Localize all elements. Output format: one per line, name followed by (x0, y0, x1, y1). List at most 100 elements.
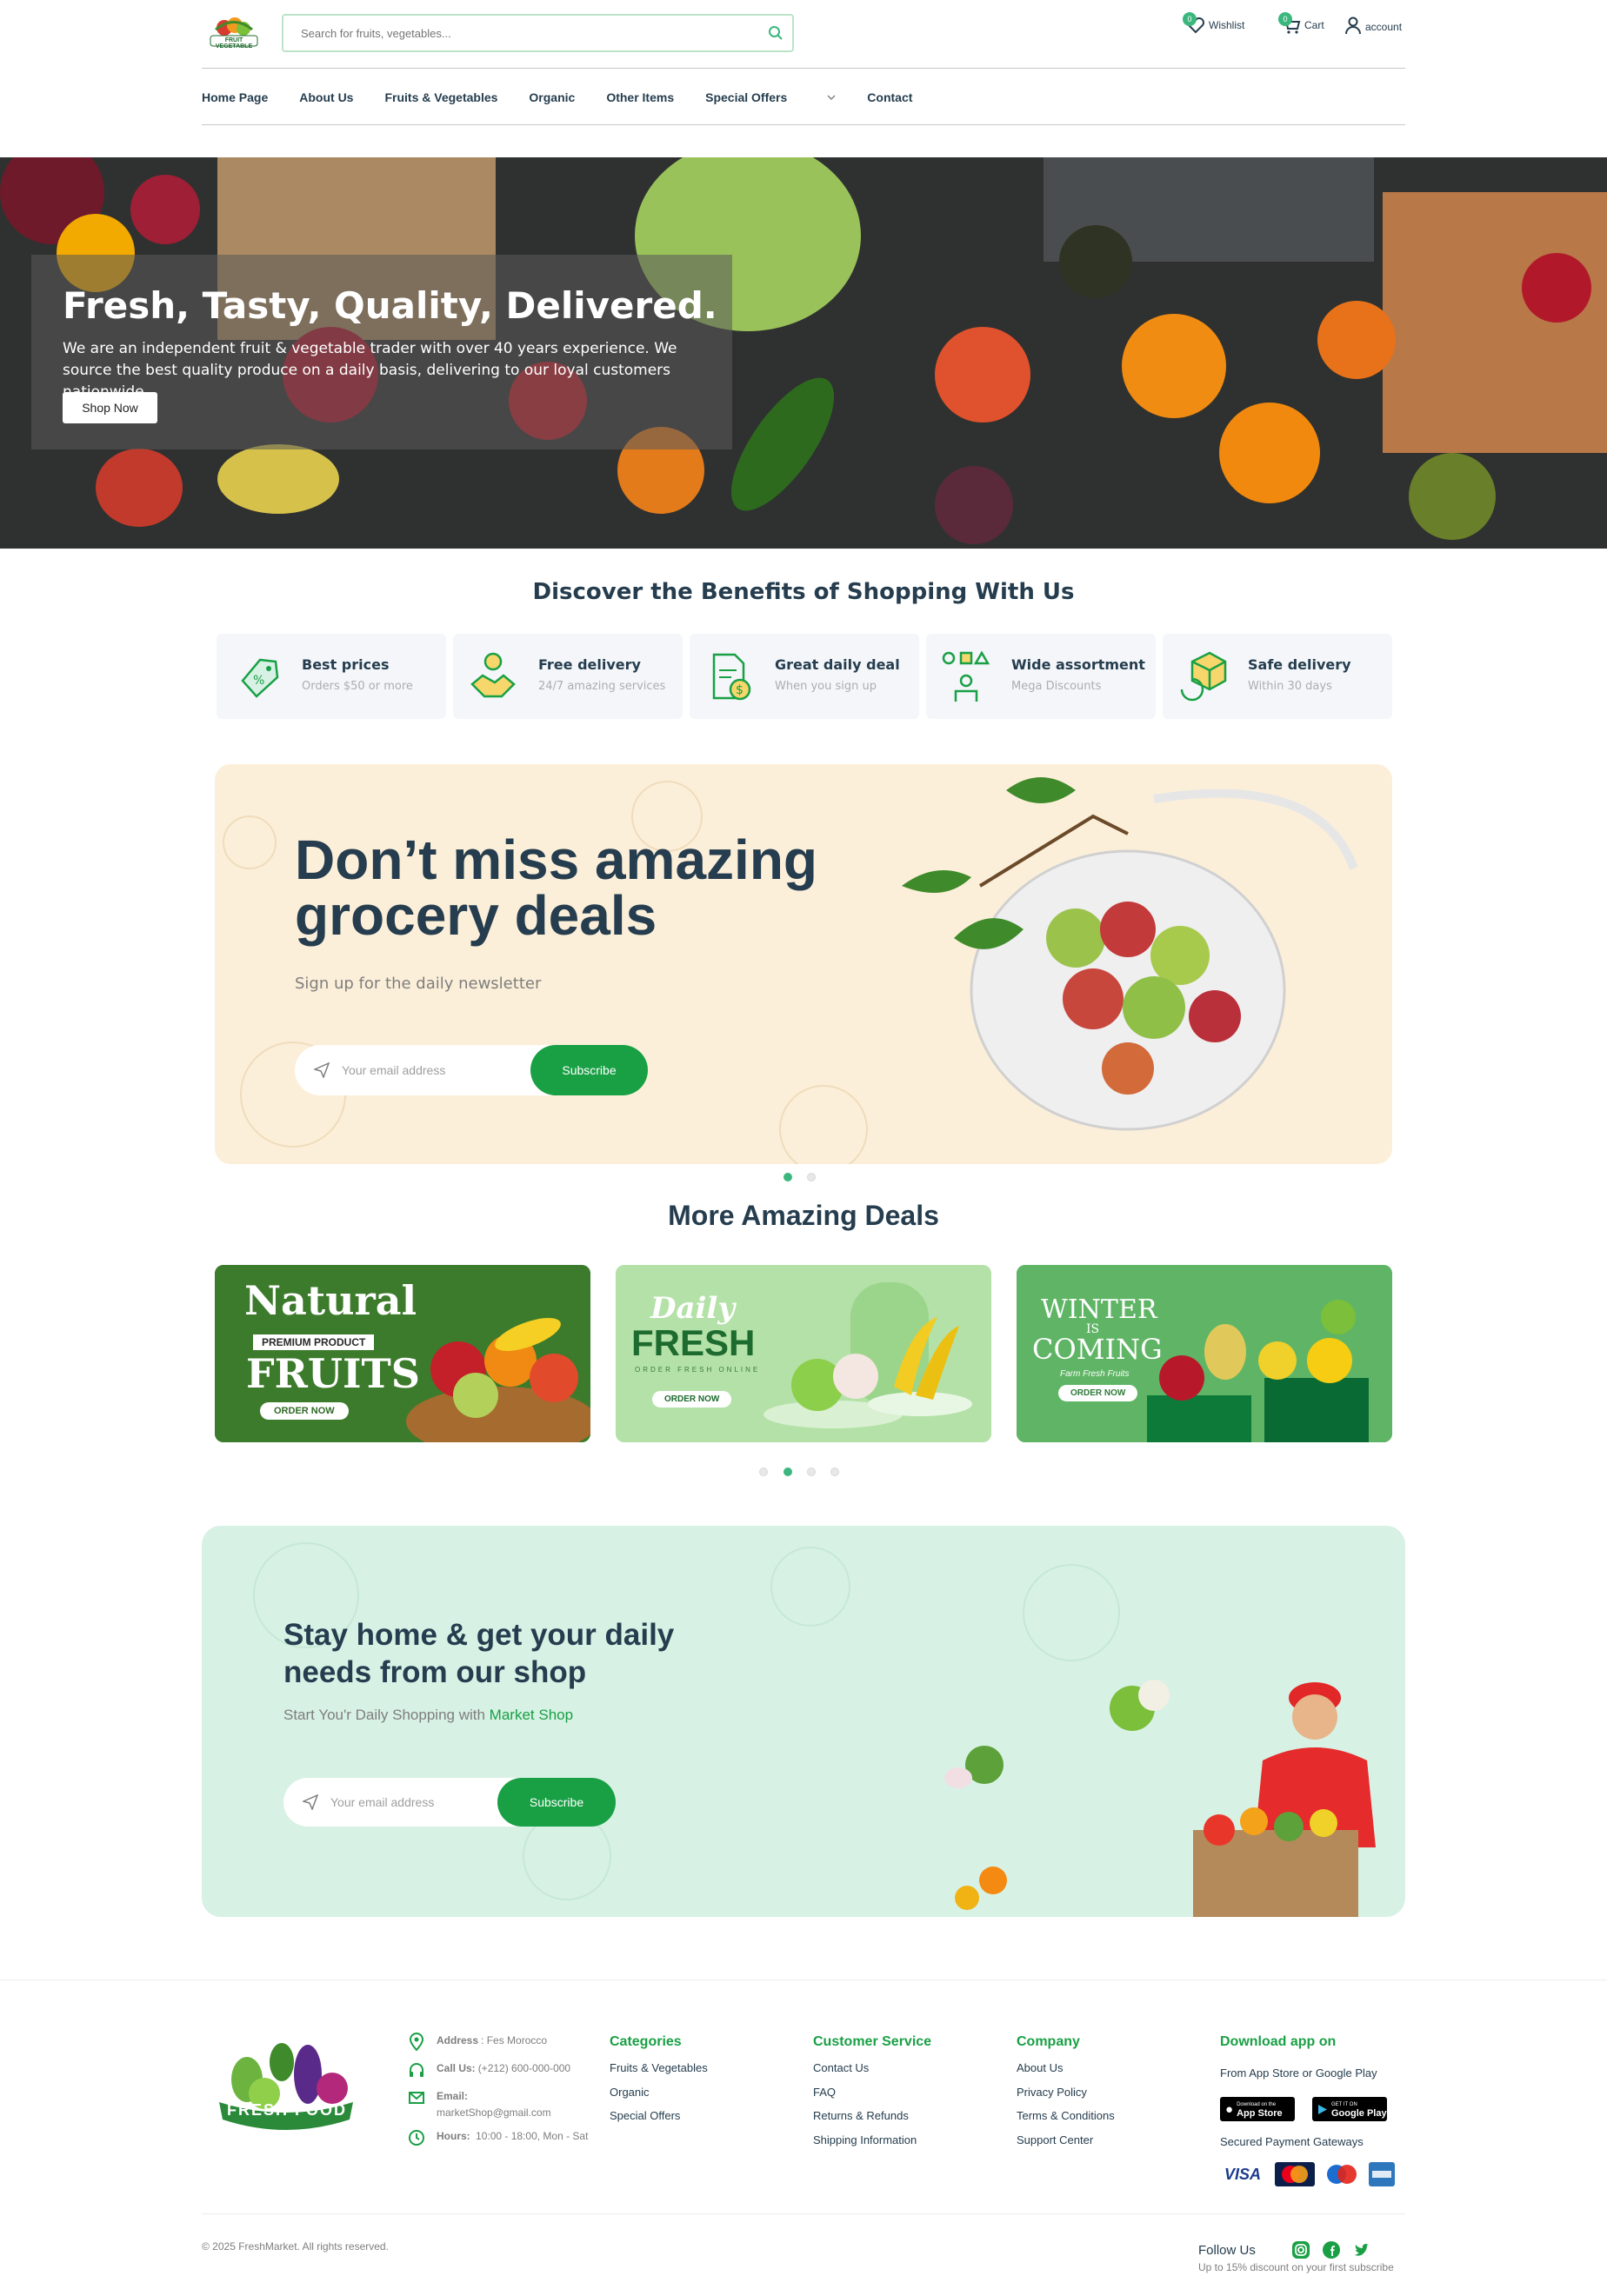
benefit-subtitle: 24/7 amazing services (538, 680, 666, 693)
apple-icon: ● (1225, 2101, 1234, 2117)
footer-link[interactable]: FAQ (813, 2086, 836, 2099)
nav-organic[interactable]: Organic (529, 90, 575, 104)
footer-link[interactable]: Organic (610, 2086, 650, 2099)
company-heading: Company (1017, 2034, 1080, 2049)
call-label: Call Us: (437, 2062, 476, 2074)
download-app-heading: Download app on (1220, 2034, 1337, 2049)
footer-link[interactable]: Terms & Conditions (1017, 2109, 1115, 2122)
nav-special-offers[interactable]: Special Offers (705, 90, 836, 104)
wishlist-label: Wishlist (1209, 19, 1245, 31)
account-link[interactable]: account (1344, 16, 1402, 37)
deal-tagline: ORDER FRESH ONLINE (635, 1366, 761, 1374)
newsletter-slider-dot[interactable] (807, 1173, 816, 1181)
deal-headline: WINTER (1041, 1294, 1157, 1325)
deal-headline-3: COMING (1032, 1333, 1163, 1366)
email-label: Email: (437, 2090, 469, 2102)
footer-link[interactable]: Special Offers (610, 2109, 680, 2122)
svg-text:%: % (253, 674, 264, 688)
site-logo[interactable]: FRUIT VEGETABLE (205, 10, 263, 54)
newsletter-banner: Don’t miss amazing grocery deals Sign up… (215, 764, 1392, 1164)
benefit-title: Free delivery (538, 656, 641, 673)
app-store-button[interactable]: ● Download on the App Store (1220, 2097, 1295, 2121)
footer-link[interactable]: Contact Us (813, 2061, 869, 2074)
instagram-icon[interactable] (1291, 2240, 1310, 2259)
send-icon (303, 1794, 318, 1810)
benefit-card: $ Great daily deal When you sign up (690, 634, 919, 719)
delivery-handshake-icon (470, 652, 516, 698)
deals-slider-dot[interactable] (759, 1467, 768, 1476)
call-value[interactable]: (+212) 600-000-000 (478, 2062, 570, 2074)
headset-icon (410, 2063, 423, 2077)
app-store-label: App Store (1237, 2108, 1283, 2119)
cart-count-badge: 0 (1278, 12, 1292, 26)
deal-card-daily-fresh[interactable]: Daily FRESH ORDER FRESH ONLINE ORDER NOW (616, 1265, 991, 1442)
google-play-label: Google Play (1331, 2108, 1387, 2119)
wishlist-count-badge: 0 (1183, 12, 1197, 26)
shop-now-button[interactable]: Shop Now (63, 392, 157, 423)
twitter-icon[interactable] (1353, 2240, 1372, 2259)
footer-link[interactable]: Returns & Refunds (813, 2109, 909, 2122)
stay-email-placeholder: Your email address (330, 1795, 435, 1809)
order-now-button[interactable]: ORDER NOW (652, 1391, 732, 1408)
deals-slider-dot[interactable] (807, 1467, 816, 1476)
footer-logo[interactable] (212, 2036, 360, 2147)
newsletter-slider-dot[interactable] (783, 1173, 792, 1181)
app-subtitle: From App Store or Google Play (1220, 2066, 1377, 2080)
order-now-button[interactable]: ORDER NOW (1058, 1385, 1138, 1401)
facebook-icon[interactable] (1322, 2240, 1341, 2259)
assortment-icon (942, 650, 990, 702)
footer-link[interactable]: Shipping Information (813, 2133, 917, 2146)
search-icon[interactable] (768, 25, 783, 45)
deal-card-natural-fruits[interactable]: Natural PREMIUM PRODUCT FRUITS ORDER NOW (215, 1265, 590, 1442)
header-divider (202, 68, 1405, 69)
send-icon (314, 1062, 330, 1078)
deals-slider-dot[interactable] (783, 1467, 792, 1476)
order-now-button[interactable]: ORDER NOW (260, 1402, 349, 1420)
cart-label: Cart (1304, 19, 1324, 31)
customer-service-heading: Customer Service (813, 2034, 932, 2049)
stay-title-line1: Stay home & get your daily (283, 1618, 675, 1652)
footer-link[interactable]: Fruits & Vegetables (610, 2061, 708, 2074)
market-shop-link[interactable]: Market Shop (490, 1707, 573, 1723)
nav-fruits-vegetables[interactable]: Fruits & Vegetables (384, 90, 497, 104)
chevron-down-icon (827, 95, 836, 100)
nav-about[interactable]: About Us (299, 90, 353, 104)
footer-logo-text: FRESH FOOD (226, 2101, 347, 2119)
newsletter-subscribe-button[interactable]: Subscribe (530, 1045, 648, 1095)
hours-value: 10:00 - 18:00, Mon - Sat (476, 2130, 589, 2142)
search-input[interactable] (301, 16, 753, 50)
svg-text:$: $ (736, 683, 743, 697)
hours-label: Hours: (437, 2130, 470, 2142)
return-box-icon (1180, 651, 1227, 702)
contact-address: Address: Fes Morocco (407, 2033, 547, 2052)
email-value[interactable]: marketShop@gmail.com (437, 2106, 551, 2119)
address-label: Address (437, 2034, 479, 2046)
deal-card-winter[interactable]: WINTER IS COMING Farm Fresh Fruits ORDER… (1017, 1265, 1392, 1442)
nav-home[interactable]: Home Page (202, 90, 268, 104)
footer-link[interactable]: Support Center (1017, 2133, 1093, 2146)
address-value: : Fes Morocco (481, 2034, 548, 2046)
deal-headline: Daily (650, 1291, 736, 1326)
stay-subscribe-button[interactable]: Subscribe (497, 1778, 616, 1827)
nav-divider (202, 124, 1405, 125)
footer-link[interactable]: Privacy Policy (1017, 2086, 1087, 2099)
nav-other-items[interactable]: Other Items (606, 90, 674, 104)
hero-title: Fresh, Tasty, Quality, Delivered. (63, 284, 717, 327)
contact-email: Email: marketShop@gmail.com (407, 2088, 581, 2121)
benefit-card: Safe delivery Within 30 days (1163, 634, 1392, 719)
newsletter-title: Don’t miss amazing grocery deals (295, 832, 817, 943)
footer-link[interactable]: About Us (1017, 2061, 1063, 2074)
cart-link[interactable]: 0 Cart (1278, 12, 1324, 35)
payments-label: Secured Payment Gateways (1220, 2135, 1364, 2148)
nav-contact[interactable]: Contact (867, 90, 912, 104)
apple-mesh-bag-image (902, 777, 1358, 1131)
deals-slider-dot[interactable] (830, 1467, 839, 1476)
benefit-card: % Best prices Orders $50 or more (217, 634, 446, 719)
google-play-button[interactable]: GET IT ON Google Play (1312, 2097, 1387, 2121)
clock-icon (409, 2130, 424, 2146)
benefit-subtitle: Within 30 days (1248, 680, 1332, 693)
deals-title: More Amazing Deals (668, 1200, 939, 1231)
main-nav: Home Page About Us Fruits & Vegetables O… (202, 90, 944, 104)
wishlist-link[interactable]: 0 Wishlist (1183, 12, 1245, 35)
contact-phone: Call Us: (+212) 600-000-000 (407, 2060, 570, 2080)
